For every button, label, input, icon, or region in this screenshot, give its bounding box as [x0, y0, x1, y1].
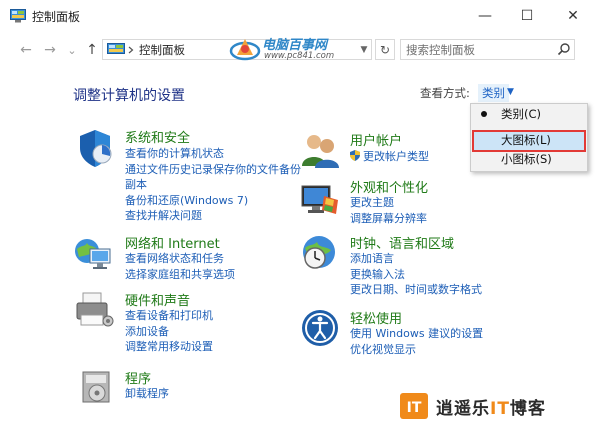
- refresh-button[interactable]: ↻: [375, 39, 395, 60]
- network-globe-icon[interactable]: [73, 233, 113, 273]
- maximize-button[interactable]: ☐: [504, 0, 550, 32]
- menu-item-category[interactable]: 类别(C): [471, 104, 587, 125]
- category-links-ease-of-access: 使用 Windows 建议的设置 优化视觉显示: [350, 326, 483, 357]
- link-change-account-type-label: 更改帐户类型: [363, 150, 429, 163]
- minimize-button[interactable]: —: [462, 0, 508, 32]
- link-network-status[interactable]: 查看网络状态和任务: [125, 251, 235, 267]
- link-view-computer-status[interactable]: 查看你的计算机状态: [125, 146, 301, 162]
- uac-shield-icon: [350, 150, 360, 161]
- link-add-language[interactable]: 添加语言: [350, 251, 482, 267]
- link-file-history-backup-copy[interactable]: 副本: [125, 177, 301, 193]
- brand-name: 逍遥乐IT博客: [436, 394, 546, 419]
- search-input[interactable]: 搜索控制面板: [406, 42, 475, 58]
- up-button[interactable]: ↑: [82, 40, 102, 60]
- appearance-icon[interactable]: [300, 180, 340, 220]
- watermark-url: www.pc841.com: [264, 51, 335, 61]
- link-backup-restore[interactable]: 备份和还原(Windows 7): [125, 193, 301, 209]
- category-title-user-accounts[interactable]: 用户帐户: [350, 130, 402, 149]
- category-links-appearance: 更改主题 调整屏幕分辨率: [350, 195, 427, 226]
- chevron-right-icon: [128, 46, 134, 54]
- menu-item-large-icons[interactable]: 大图标(L): [471, 130, 587, 151]
- brand-mark-text: IT: [407, 400, 422, 416]
- category-title-hardware-sound[interactable]: 硬件和声音: [125, 290, 190, 309]
- category-title-ease-of-access[interactable]: 轻松使用: [350, 308, 402, 327]
- brand-logo-mark: IT: [400, 393, 428, 419]
- menu-item-small-icons[interactable]: 小图标(S): [471, 149, 587, 170]
- back-button[interactable]: ←: [16, 40, 36, 60]
- category-title-programs[interactable]: 程序: [125, 368, 151, 387]
- link-file-history-backup[interactable]: 通过文件历史记录保存你的文件备份: [125, 162, 301, 178]
- address-dropdown-button[interactable]: ▼: [356, 41, 372, 58]
- view-by-dropdown[interactable]: 类别: [478, 84, 509, 102]
- programs-icon[interactable]: [77, 366, 117, 406]
- clock-globe-icon[interactable]: [299, 234, 339, 274]
- link-change-theme[interactable]: 更改主题: [350, 195, 427, 211]
- link-devices-printers[interactable]: 查看设备和打印机: [125, 308, 213, 324]
- user-accounts-icon[interactable]: [300, 130, 340, 170]
- category-links-system-security: 查看你的计算机状态 通过文件历史记录保存你的文件备份 副本 备份和还原(Wind…: [125, 146, 301, 224]
- link-optimize-visual-display[interactable]: 优化视觉显示: [350, 342, 483, 358]
- category-links-user-accounts: 更改帐户类型: [350, 149, 429, 165]
- category-links-hardware-sound: 查看设备和打印机 添加设备 调整常用移动设置: [125, 308, 213, 355]
- category-links-programs: 卸载程序: [125, 386, 169, 402]
- brand-name-post: 博客: [509, 399, 546, 419]
- control-panel-icon: [107, 43, 125, 54]
- link-add-device[interactable]: 添加设备: [125, 324, 213, 340]
- link-recommended-settings[interactable]: 使用 Windows 建议的设置: [350, 326, 483, 342]
- address-path[interactable]: 控制面板: [139, 42, 185, 58]
- brand-name-pre: 逍遥乐: [436, 399, 490, 419]
- link-change-account-type[interactable]: 更改帐户类型: [350, 149, 429, 165]
- category-links-clock-language-region: 添加语言 更换输入法 更改日期、时间或数字格式: [350, 251, 482, 298]
- category-title-appearance[interactable]: 外观和个性化: [350, 177, 428, 196]
- printer-icon[interactable]: [74, 291, 114, 331]
- brand-name-accent: IT: [490, 399, 510, 419]
- link-change-input-method[interactable]: 更换输入法: [350, 267, 482, 283]
- category-title-clock-language-region[interactable]: 时钟、语言和区域: [350, 233, 454, 252]
- forward-button[interactable]: →: [40, 40, 60, 60]
- category-title-system-security[interactable]: 系统和安全: [125, 127, 190, 146]
- chevron-down-icon[interactable]: ▼: [507, 87, 514, 97]
- recent-locations-button[interactable]: ⌄: [62, 40, 82, 60]
- close-button[interactable]: ✕: [550, 0, 596, 32]
- link-screen-resolution[interactable]: 调整屏幕分辨率: [350, 211, 427, 227]
- link-homegroup-sharing[interactable]: 选择家庭组和共享选项: [125, 267, 235, 283]
- link-mobility-settings[interactable]: 调整常用移动设置: [125, 339, 213, 355]
- page-title: 调整计算机的设置: [73, 88, 185, 104]
- link-change-date-time-format[interactable]: 更改日期、时间或数字格式: [350, 282, 482, 298]
- category-links-network-internet: 查看网络状态和任务 选择家庭组和共享选项: [125, 251, 235, 282]
- window-title: 控制面板: [32, 10, 81, 24]
- control-panel-icon: [10, 9, 26, 23]
- shield-icon[interactable]: [75, 128, 115, 168]
- ease-of-access-icon[interactable]: [300, 308, 340, 348]
- category-title-network-internet[interactable]: 网络和 Internet: [125, 233, 220, 252]
- link-troubleshoot[interactable]: 查找并解决问题: [125, 208, 301, 224]
- search-icon[interactable]: [557, 42, 571, 56]
- link-uninstall-program[interactable]: 卸载程序: [125, 386, 169, 402]
- view-by-label: 查看方式:: [420, 86, 470, 100]
- watermark-logo: [229, 39, 261, 61]
